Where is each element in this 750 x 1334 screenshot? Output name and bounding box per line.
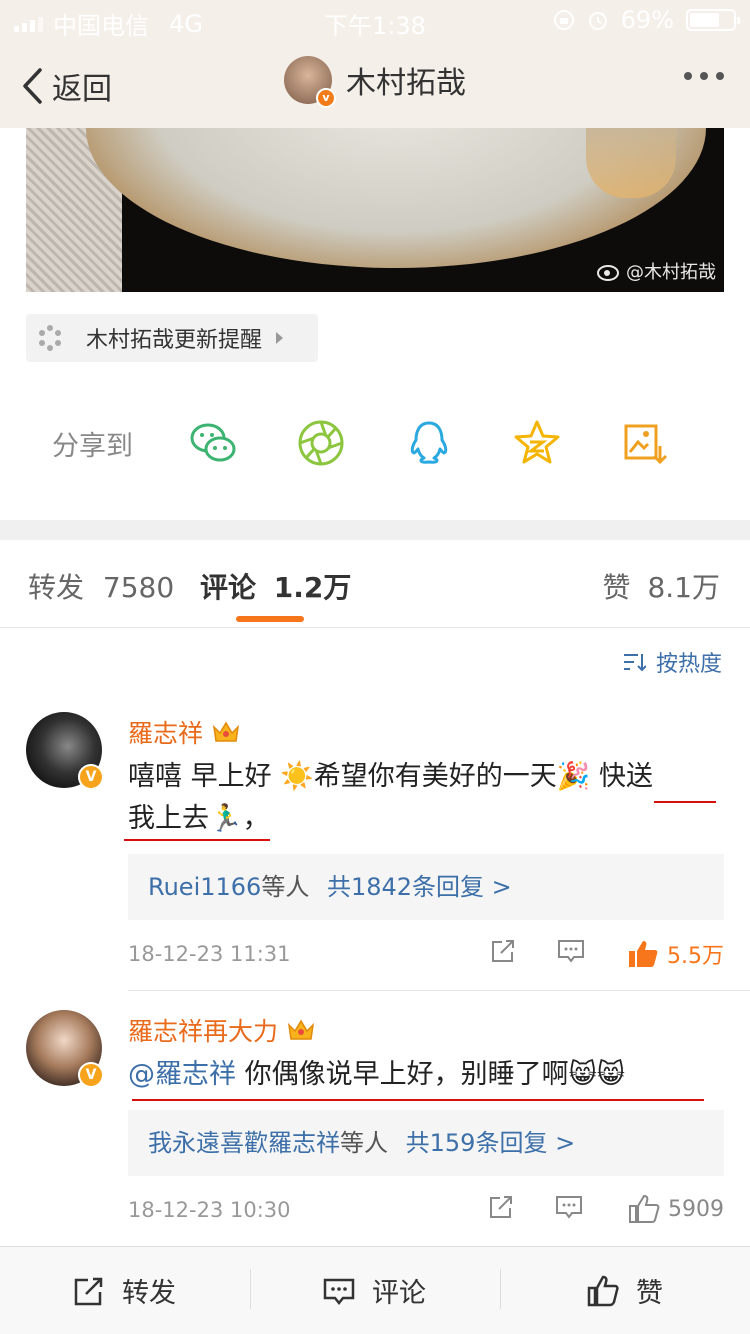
verified-icon: V bbox=[78, 764, 104, 790]
comment-icon[interactable] bbox=[554, 1192, 584, 1222]
page-title: 木村拓哉 bbox=[346, 66, 466, 101]
highlight-underline bbox=[654, 801, 716, 803]
comment-icon[interactable] bbox=[556, 936, 586, 966]
bottom-action-bar: 转发 评论 赞 bbox=[0, 1246, 750, 1334]
comment-button[interactable]: 评论 bbox=[322, 1271, 426, 1310]
comment-date: 18-12-23 10:30 bbox=[128, 1198, 291, 1222]
nav-bar: 返回 v 木村拓哉 bbox=[0, 42, 750, 128]
author-title[interactable]: v 木村拓哉 bbox=[284, 56, 466, 108]
qq-icon[interactable] bbox=[404, 418, 454, 468]
thumbs-up-icon bbox=[587, 1275, 619, 1306]
like-button[interactable]: 5.5万 bbox=[627, 938, 724, 970]
comment-meta: 18-12-23 11:31 5.5万 bbox=[128, 936, 724, 976]
post-image[interactable]: @木村拓哉 bbox=[26, 128, 724, 292]
section-gap bbox=[0, 520, 750, 540]
rotation-lock-icon bbox=[553, 10, 574, 30]
highlight-underline bbox=[132, 1099, 704, 1101]
share-label: 分享到 bbox=[52, 431, 133, 462]
battery-percent: 69% bbox=[620, 6, 674, 34]
active-tab-indicator bbox=[236, 616, 304, 622]
sort-icon bbox=[623, 654, 646, 672]
sort-button[interactable]: 按热度 bbox=[622, 646, 722, 678]
thumbs-up-icon bbox=[629, 1194, 660, 1223]
back-label: 返回 bbox=[52, 72, 112, 107]
repost-icon bbox=[74, 1277, 103, 1305]
top-bar: 中国电信 4G 下午1:38 69% 返回 v 木村拓哉 bbox=[0, 0, 750, 128]
verified-icon: V bbox=[78, 1062, 104, 1088]
like-button[interactable]: 5909 bbox=[628, 1194, 724, 1224]
highlight-underline bbox=[124, 839, 270, 841]
alarm-icon bbox=[588, 12, 607, 30]
battery-icon bbox=[686, 9, 740, 31]
interaction-tabs: 转发 7580 评论 1.2万 赞 8.1万 bbox=[0, 540, 750, 628]
verified-icon: v bbox=[316, 88, 336, 108]
chevron-left-icon bbox=[23, 68, 42, 104]
mention-link[interactable]: @羅志祥 bbox=[128, 1059, 236, 1090]
image-watermark: @木村拓哉 bbox=[596, 258, 716, 284]
wechat-icon[interactable] bbox=[188, 418, 238, 468]
comment-meta: 18-12-23 10:30 5909 bbox=[128, 1192, 724, 1232]
comment-text: 嘻嘻 早上好 ☀️希望你有美好的一天🎉 快送 我上去🏃‍♂️， bbox=[128, 761, 653, 834]
thumbs-up-icon bbox=[629, 941, 658, 967]
comment-text: @羅志祥 你偶像说早上好，别睡了啊😸😸 bbox=[128, 1059, 625, 1090]
save-image-icon[interactable] bbox=[620, 418, 670, 468]
weibo-logo-icon bbox=[597, 265, 619, 281]
moments-icon[interactable] bbox=[296, 418, 346, 468]
crown-icon bbox=[212, 721, 240, 742]
tab-repost[interactable]: 转发 7580 bbox=[28, 566, 174, 606]
tab-comment[interactable]: 评论 1.2万 bbox=[200, 566, 351, 606]
update-reminder-button[interactable]: 木村拓哉更新提醒 bbox=[26, 314, 318, 362]
update-reminder-label: 木村拓哉更新提醒 bbox=[86, 328, 263, 353]
replies-summary[interactable]: Ruei1166等人 共1842条回复 > bbox=[128, 854, 724, 920]
comment-date: 18-12-23 11:31 bbox=[128, 942, 291, 966]
back-button[interactable]: 返回 bbox=[20, 64, 112, 108]
commenter-avatar[interactable]: V bbox=[26, 712, 104, 790]
commenter-name[interactable]: 羅志祥再大力 bbox=[128, 1012, 316, 1048]
crown-icon bbox=[287, 1019, 315, 1040]
qzone-star-icon[interactable] bbox=[512, 418, 562, 468]
replies-summary[interactable]: 我永遠喜歡羅志祥等人 共159条回复 > bbox=[128, 1110, 724, 1176]
commenter-name[interactable]: 羅志祥 bbox=[128, 714, 241, 750]
share-row: 分享到 bbox=[0, 404, 750, 480]
tab-like[interactable]: 赞 8.1万 bbox=[603, 566, 720, 606]
repost-button[interactable]: 转发 bbox=[72, 1271, 176, 1310]
comment-icon bbox=[323, 1278, 355, 1305]
loading-dots-icon bbox=[39, 325, 61, 351]
repost-icon[interactable] bbox=[488, 936, 518, 966]
caret-right-icon bbox=[276, 332, 284, 344]
commenter-avatar[interactable]: V bbox=[26, 1010, 104, 1088]
like-button[interactable]: 赞 bbox=[586, 1271, 663, 1310]
status-bar: 中国电信 4G 下午1:38 69% bbox=[0, 0, 750, 42]
repost-icon[interactable] bbox=[486, 1192, 516, 1222]
author-avatar: v bbox=[284, 56, 336, 108]
more-button[interactable] bbox=[684, 72, 724, 80]
